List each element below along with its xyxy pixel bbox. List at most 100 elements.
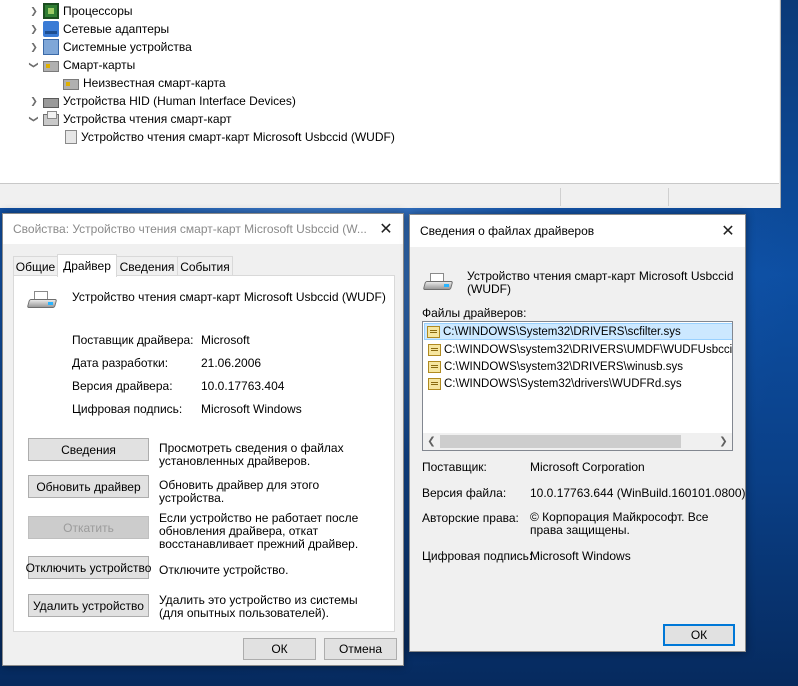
files-label: Файлы драйверов: xyxy=(422,306,527,320)
detail-label: Поставщик: xyxy=(422,460,487,474)
file-path: C:\WINDOWS\System32\drivers\WUDFRd.sys xyxy=(444,377,682,390)
tree-item-network-adapters[interactable]: ❯ Сетевые адаптеры xyxy=(28,20,169,38)
chevron-right-icon[interactable]: ❯ xyxy=(28,95,40,107)
field-value: 21.06.2006 xyxy=(201,356,262,370)
detail-value: Microsoft Windows xyxy=(530,549,631,563)
file-path: C:\WINDOWS\system32\DRIVERS\UMDF\WUDFUsb… xyxy=(444,343,733,356)
tree-item-usbccid-reader[interactable]: Устройство чтения смарт-карт Microsoft U… xyxy=(63,128,395,146)
detail-value: © Корпорация Майкрософт. Все права защищ… xyxy=(530,510,709,537)
device-icon xyxy=(65,130,77,144)
scroll-left-icon[interactable]: ❮ xyxy=(423,433,440,450)
detail-label: Версия файла: xyxy=(422,486,507,500)
smart-card-reader-icon xyxy=(43,111,59,126)
tree-item-smart-cards[interactable]: ❯ Смарт-карты xyxy=(28,56,135,74)
status-bar xyxy=(0,185,779,208)
tree-item-system-devices[interactable]: ❯ Системные устройства xyxy=(28,38,192,56)
dialog-titlebar[interactable]: Сведения о файлах драйверов ✕ xyxy=(410,215,745,247)
scroll-right-icon[interactable]: ❯ xyxy=(715,433,732,450)
file-icon xyxy=(428,343,441,356)
tab-label: Сведения xyxy=(119,259,175,274)
list-item[interactable]: C:\WINDOWS\system32\DRIVERS\winusb.sys xyxy=(426,358,732,375)
action-description: Отключите устройство. xyxy=(159,563,289,577)
smart-card-reader-icon xyxy=(422,273,454,295)
action-description: Просмотреть сведения о файлах установлен… xyxy=(159,441,344,468)
chevron-down-icon[interactable]: ❯ xyxy=(28,113,40,125)
action-description: Обновить драйвер для этого устройства. xyxy=(159,478,320,505)
device-name: Устройство чтения смарт-карт Microsoft U… xyxy=(467,269,734,296)
tree-item-hid-devices[interactable]: ❯ Устройства HID (Human Interface Device… xyxy=(28,92,296,110)
tree-item-label: Системные устройства xyxy=(63,40,192,54)
scrollbar-thumb[interactable] xyxy=(440,435,681,448)
detail-value: Microsoft Corporation xyxy=(530,460,645,474)
tree-item-label: Смарт-карты xyxy=(63,58,136,72)
system-devices-icon xyxy=(43,39,59,55)
field-value: Microsoft xyxy=(201,333,250,347)
tab-driver[interactable]: Драйвер xyxy=(57,254,117,277)
tree-item-label: Неизвестная смарт-карта xyxy=(83,76,226,90)
cpu-icon xyxy=(43,3,59,19)
update-driver-button[interactable]: Обновить драйвер xyxy=(28,475,149,498)
tree-item-unknown-smart-card[interactable]: Неизвестная смарт-карта xyxy=(63,74,226,92)
file-icon xyxy=(428,377,441,390)
tree-item-label: Устройство чтения смарт-карт Microsoft U… xyxy=(81,130,395,144)
hid-icon xyxy=(43,98,59,108)
close-icon[interactable]: ✕ xyxy=(717,220,739,242)
file-icon xyxy=(428,360,441,373)
device-manager-window: ❯ Процессоры ❯ Сетевые адаптеры ❯ Систем… xyxy=(0,0,781,208)
tree-item-label: Устройства чтения смарт-карт xyxy=(63,112,232,126)
driver-tab-panel: Устройство чтения смарт-карт Microsoft U… xyxy=(13,275,395,632)
driver-files-list[interactable]: C:\WINDOWS\System32\DRIVERS\scfilter.sys… xyxy=(422,321,733,451)
action-description: Удалить это устройство из системы (для о… xyxy=(159,593,358,620)
list-item[interactable]: C:\WINDOWS\system32\DRIVERS\UMDF\WUDFUsb… xyxy=(426,341,733,358)
detail-label: Цифровая подпись: xyxy=(422,549,533,563)
list-item[interactable]: C:\WINDOWS\System32\DRIVERS\scfilter.sys xyxy=(424,323,732,340)
tree-item-label: Устройства HID (Human Interface Devices) xyxy=(63,94,296,108)
device-tree: ❯ Процессоры ❯ Сетевые адаптеры ❯ Систем… xyxy=(0,0,779,184)
chevron-right-icon[interactable]: ❯ xyxy=(28,23,40,35)
tab-events[interactable]: События xyxy=(177,256,233,276)
horizontal-scrollbar[interactable]: ❮ ❯ xyxy=(423,433,732,450)
tree-item-processors[interactable]: ❯ Процессоры xyxy=(28,2,133,20)
driver-details-button[interactable]: Сведения xyxy=(28,438,149,461)
tab-details[interactable]: Сведения xyxy=(116,256,178,276)
detail-value: 10.0.17763.644 (WinBuild.160101.0800) xyxy=(530,486,746,500)
smart-card-icon xyxy=(63,79,79,90)
device-properties-dialog: Свойства: Устройство чтения смарт-карт M… xyxy=(2,213,404,666)
status-separator xyxy=(560,188,561,206)
tree-item-label: Процессоры xyxy=(63,4,133,18)
status-separator xyxy=(668,188,669,206)
tab-general[interactable]: Общие xyxy=(13,256,58,276)
dialog-titlebar[interactable]: Свойства: Устройство чтения смарт-карт M… xyxy=(3,214,403,244)
device-name: Устройство чтения смарт-карт Microsoft U… xyxy=(72,290,386,304)
field-value: Microsoft Windows xyxy=(201,402,302,416)
uninstall-device-button[interactable]: Удалить устройство xyxy=(28,594,149,617)
tab-label: Общие xyxy=(15,259,56,274)
action-description: Если устройство не работает после обновл… xyxy=(159,511,359,551)
list-item[interactable]: C:\WINDOWS\System32\drivers\WUDFRd.sys xyxy=(426,375,732,392)
disable-device-button[interactable]: Отключить устройство xyxy=(26,556,151,579)
driver-files-dialog: Сведения о файлах драйверов ✕ Устройство… xyxy=(409,214,746,652)
field-value: 10.0.17763.404 xyxy=(201,379,285,393)
field-label: Дата разработки: xyxy=(72,356,169,370)
ok-button[interactable]: ОК xyxy=(663,624,735,646)
chevron-down-icon[interactable]: ❯ xyxy=(28,59,40,71)
dialog-title: Свойства: Устройство чтения смарт-карт M… xyxy=(13,222,367,236)
tree-item-smart-card-readers[interactable]: ❯ Устройства чтения смарт-карт xyxy=(28,110,231,128)
field-label: Цифровая подпись: xyxy=(72,402,183,416)
network-adapter-icon xyxy=(43,21,59,37)
rollback-driver-button[interactable]: Откатить xyxy=(28,516,149,539)
smart-card-icon xyxy=(43,61,59,72)
close-icon[interactable]: ✕ xyxy=(375,218,397,240)
smart-card-reader-icon xyxy=(26,291,58,313)
field-label: Версия драйвера: xyxy=(72,379,173,393)
cancel-button[interactable]: Отмена xyxy=(324,638,397,660)
field-label: Поставщик драйвера: xyxy=(72,333,194,347)
file-icon xyxy=(427,325,440,338)
detail-label: Авторские права: xyxy=(422,511,519,525)
tree-item-label: Сетевые адаптеры xyxy=(63,22,170,36)
dialog-title: Сведения о файлах драйверов xyxy=(420,224,595,238)
chevron-right-icon[interactable]: ❯ xyxy=(28,5,40,17)
chevron-right-icon[interactable]: ❯ xyxy=(28,41,40,53)
ok-button[interactable]: ОК xyxy=(243,638,316,660)
file-path: C:\WINDOWS\System32\DRIVERS\scfilter.sys xyxy=(443,325,681,338)
